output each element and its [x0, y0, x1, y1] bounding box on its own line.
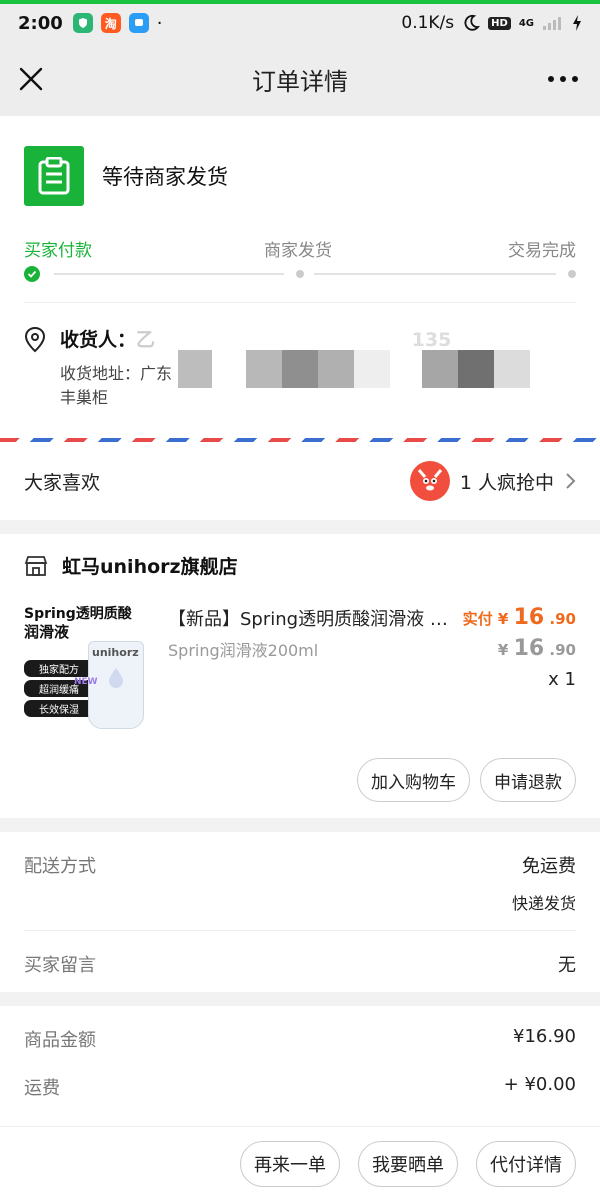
receiver-phone: 135 [411, 329, 452, 351]
shop-name: 虹马unihorz旗舰店 [62, 556, 238, 578]
delivery-method-label: 配送方式 [24, 856, 96, 877]
goods-amount-row: 商品金额 ¥16.90 [24, 1006, 576, 1052]
delivery-method-row: 配送方式 免运费 [24, 852, 576, 878]
privacy-mosaic [422, 350, 458, 388]
original-price: ¥ 16 .90 [497, 636, 576, 661]
rush-text: 1 人疯抢中 [459, 471, 554, 494]
battery-charging-icon [573, 15, 581, 31]
amount-card: 商品金额 ¥16.90 运费 + ¥0.00 [0, 1006, 600, 1146]
goods-image-tag: 独家配方 [24, 660, 94, 677]
goods-image-brand: Spring透明质酸 润滑液 [24, 606, 132, 641]
step-line-1 [54, 273, 284, 275]
shop-card: 虹马unihorz旗舰店 Spring透明质酸 润滑液 独家配方 超润缓痛 长效… [0, 534, 600, 818]
paid-price: 实付 ¥ 16 .90 [462, 605, 576, 630]
reorder-button[interactable]: 再来一单 [240, 1140, 340, 1187]
order-progress-steps: 买家付款 商家发货 交易完成 [24, 236, 576, 286]
goods-spec: Spring润滑液200ml [168, 641, 319, 660]
page-title: 订单详情 [252, 67, 348, 96]
goods-title: 【新品】Spring透明质酸润滑液 unihorz [168, 609, 448, 630]
check-icon [24, 266, 40, 282]
privacy-mosaic [178, 350, 212, 388]
recommend-rush[interactable]: 1 人疯抢中 [409, 461, 576, 501]
step-line-2 [314, 273, 556, 275]
buyer-note-value: 无 [558, 955, 576, 976]
goods-image[interactable]: Spring透明质酸 润滑液 独家配方 超润缓痛 长效保湿 unihorz NE… [24, 605, 154, 729]
network-speed: 0.1K/s [401, 13, 455, 33]
refund-button[interactable]: 申请退款 [480, 758, 576, 802]
privacy-mosaic [246, 350, 282, 388]
status-time: 2:00 [18, 12, 63, 34]
privacy-mosaic [458, 350, 494, 388]
status-bar: 2:00 淘 · 0.1K/s HD 4G [0, 4, 600, 42]
address-text: 广东 [140, 364, 173, 383]
taobao-app-icon: 淘 [100, 13, 121, 33]
hd-badge: HD [488, 16, 511, 30]
shipping-fee-label: 运费 [24, 1078, 60, 1099]
pay-detail-button[interactable]: 代付详情 [476, 1140, 576, 1187]
goods-amount-value: ¥16.90 [513, 1026, 576, 1047]
goods-amount-label: 商品金额 [24, 1030, 96, 1051]
step-complete-label: 交易完成 [508, 241, 576, 261]
bottom-action-bar: 再来一单 我要晒单 代付详情 [0, 1126, 600, 1200]
goods-item[interactable]: Spring透明质酸 润滑液 独家配方 超润缓痛 长效保湿 unihorz NE… [24, 605, 576, 729]
goods-image-tag: 长效保湿 [24, 700, 94, 717]
signal-4g-label: 4G [518, 17, 534, 29]
location-pin-icon [24, 327, 46, 353]
address-label: 收货地址： [60, 364, 141, 383]
shield-app-icon [72, 13, 93, 33]
signal-icon [543, 17, 561, 30]
privacy-mosaic [494, 350, 530, 388]
shop-header[interactable]: 虹马unihorz旗舰店 [24, 552, 576, 579]
delivery-method-value: 免运费 [522, 856, 576, 877]
chevron-right-icon [566, 473, 576, 489]
privacy-mosaic [282, 350, 318, 388]
shipping-fee-row: 运费 + ¥0.00 [24, 1052, 576, 1100]
step-dot-3 [568, 270, 576, 278]
add-to-cart-button[interactable]: 加入购物车 [357, 758, 470, 802]
recommend-row[interactable]: 大家喜欢 1 人疯抢中 [0, 442, 600, 520]
buyer-note-row: 买家留言 无 [24, 931, 576, 977]
goods-price: 实付 ¥ 16 .90 ¥ 16 .90 x 1 [463, 605, 576, 690]
status-bar-right: 0.1K/s HD 4G [401, 13, 582, 33]
buyer-note-label: 买家留言 [24, 955, 96, 976]
goods-quantity: x 1 [548, 669, 576, 690]
more-icon[interactable] [548, 76, 578, 82]
step-dot-2 [296, 270, 304, 278]
step-paid-label: 买家付款 [24, 241, 92, 261]
address-line2: 丰巢柜 [60, 388, 109, 407]
privacy-mosaic [318, 350, 354, 388]
privacy-mosaic [354, 350, 390, 388]
moon-icon [464, 14, 481, 31]
shipping-fee-value: + ¥0.00 [503, 1074, 576, 1095]
clipboard-icon [24, 146, 84, 206]
recommend-title: 大家喜欢 [24, 471, 101, 494]
order-status-card: 等待商家发货 买家付款 商家发货 交易完成 收货人：乙 135 收货地址：广东 … [0, 116, 600, 438]
nav-bar: 订单详情 [0, 42, 600, 116]
step-shipped-label: 商家发货 [264, 241, 332, 261]
new-badge: NEW [74, 677, 98, 687]
fox-mascot-icon [409, 461, 450, 501]
receiver-label: 收货人： [60, 329, 137, 351]
store-icon [24, 555, 48, 576]
delivery-method-sub: 快递发货 [511, 894, 576, 913]
receiver-row: 收货人：乙 135 [60, 325, 576, 352]
share-order-button[interactable]: 我要晒单 [358, 1140, 458, 1187]
receiver-name: 乙 [136, 329, 156, 351]
close-icon[interactable] [18, 66, 44, 92]
delivery-card: 配送方式 免运费 快递发货 买家留言 无 [0, 832, 600, 992]
goods-actions: 加入购物车 申请退款 [357, 758, 576, 802]
order-status-text: 等待商家发货 [102, 165, 228, 189]
chat-app-icon [128, 13, 149, 33]
notification-dot-icon: · [156, 12, 163, 34]
